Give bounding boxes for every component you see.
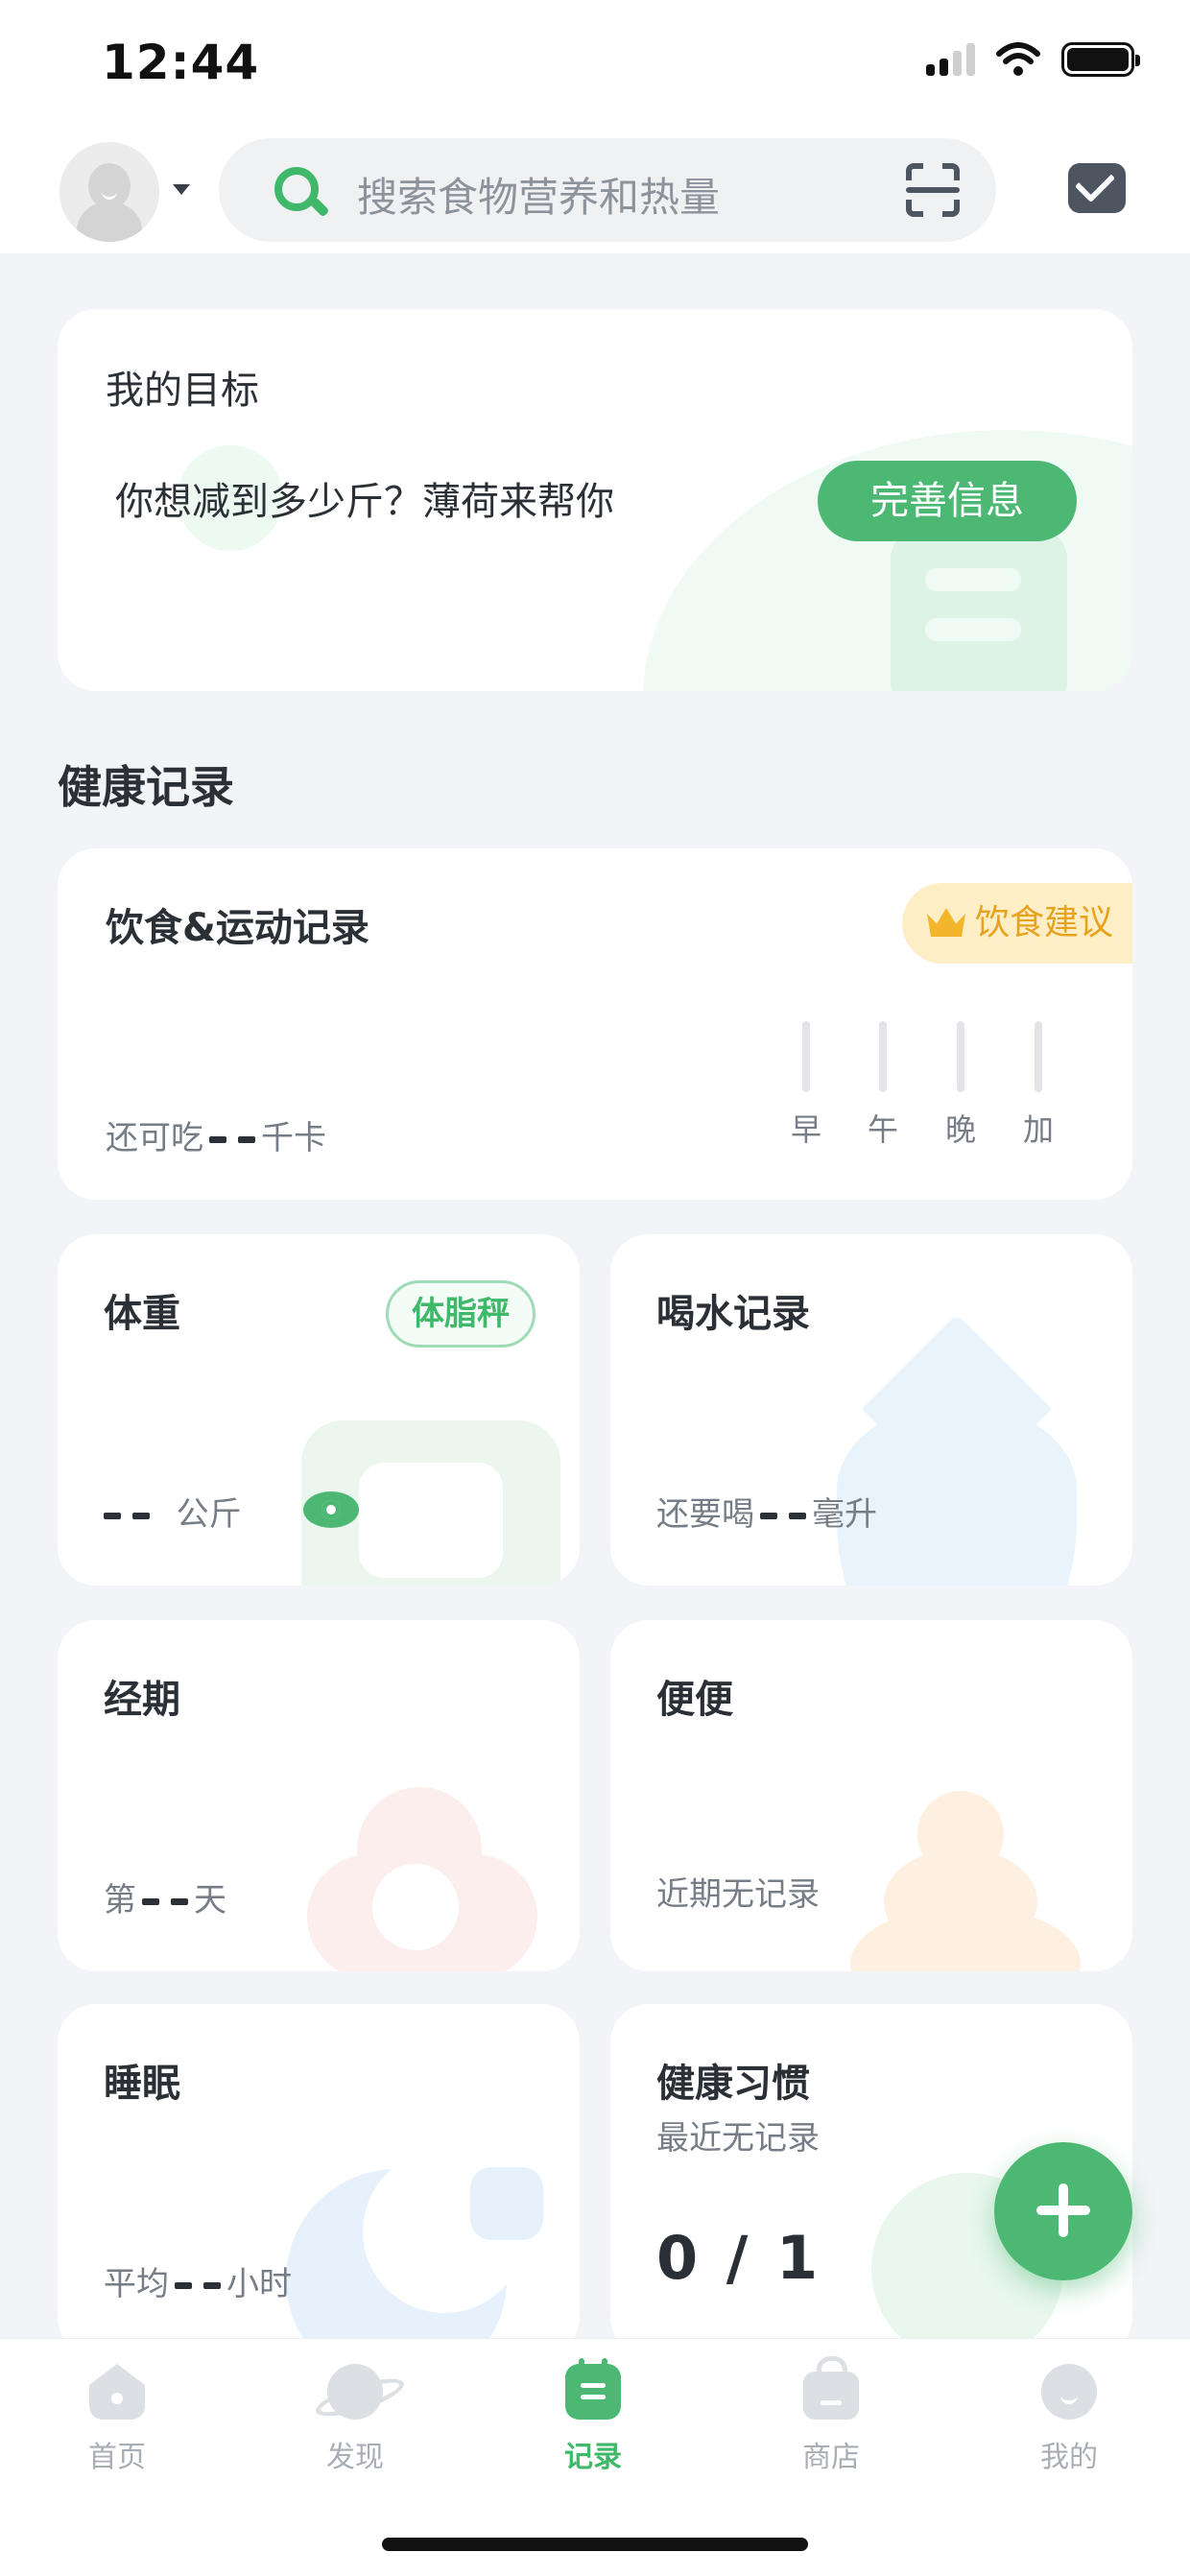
stool-status: 近期无记录: [656, 1875, 820, 1914]
meal-bars: 早 午 晚 加: [787, 1021, 1104, 1165]
scan-icon[interactable]: [906, 163, 960, 217]
meal-dinner[interactable]: 晚: [941, 1021, 980, 1150]
home-indicator: [382, 2538, 808, 2551]
habit-count: 0 / 1: [656, 2223, 822, 2293]
habit-title: 健康习惯: [656, 2062, 810, 2106]
flower-icon: [307, 1787, 547, 1971]
sleep-title: 睡眠: [104, 2062, 180, 2106]
goal-title: 我的目标: [106, 369, 259, 413]
stool-card[interactable]: 便便 近期无记录: [610, 1620, 1132, 1971]
chevron-down-icon[interactable]: [173, 184, 190, 195]
eye-icon[interactable]: [303, 1491, 359, 1528]
status-icons: [926, 42, 1140, 77]
add-record-button[interactable]: [994, 2142, 1132, 2280]
sleep-z-icon: [470, 2167, 543, 2240]
status-time: 12:44: [102, 35, 260, 90]
water-title: 喝水记录: [656, 1292, 810, 1336]
planet-icon: [327, 2364, 383, 2420]
weight-card[interactable]: 体重 体脂秤 公斤: [58, 1234, 580, 1586]
weight-value: 公斤: [104, 1488, 242, 1535]
period-title: 经期: [104, 1678, 180, 1722]
section-title: 健康记录: [58, 761, 234, 813]
period-day: 第天: [104, 1881, 226, 1920]
home-icon: [89, 2364, 145, 2420]
record-icon: [565, 2358, 621, 2420]
wifi-icon: [996, 42, 1040, 76]
me-icon: [1041, 2364, 1097, 2420]
goal-card[interactable]: 我的目标 你想减到多少斤？薄荷来帮你 完善信息: [58, 309, 1132, 691]
mail-icon[interactable]: [1068, 163, 1126, 213]
meal-lunch[interactable]: 午: [864, 1021, 902, 1150]
tab-shop[interactable]: 商店: [754, 2356, 908, 2475]
habit-status: 最近无记录: [656, 2119, 820, 2158]
crown-icon: [927, 908, 965, 937]
battery-icon: [1061, 42, 1140, 77]
meal-breakfast[interactable]: 早: [787, 1021, 825, 1150]
tab-me[interactable]: 我的: [992, 2364, 1146, 2475]
search-input[interactable]: 搜索食物营养和热量: [357, 165, 720, 224]
tab-record[interactable]: 记录: [516, 2358, 670, 2475]
period-card[interactable]: 经期 第天: [58, 1620, 580, 1971]
shop-icon: [803, 2356, 859, 2420]
tab-home[interactable]: 首页: [40, 2364, 194, 2475]
stool-title: 便便: [656, 1678, 733, 1722]
meal-snack[interactable]: 加: [1019, 1021, 1058, 1150]
tab-discover[interactable]: 发现: [278, 2364, 432, 2475]
body-fat-scale-button[interactable]: 体脂秤: [386, 1280, 536, 1348]
sleep-card[interactable]: 睡眠 平均 小时: [58, 2004, 580, 2355]
goal-prompt: 你想减到多少斤？薄荷来帮你: [115, 480, 614, 524]
diet-title: 饮食&运动记录: [106, 906, 369, 950]
weight-title: 体重: [104, 1292, 180, 1336]
search-bar[interactable]: 搜索食物营养和热量: [219, 138, 996, 242]
document-icon: [891, 530, 1067, 691]
poop-icon: [850, 1791, 1100, 1971]
diet-advice-badge[interactable]: 饮食建议: [902, 883, 1132, 964]
diet-exercise-card[interactable]: 饮食&运动记录 饮食建议 还可吃 千卡 早 午 晚 加: [58, 848, 1132, 1200]
calorie-remaining: 还可吃 千卡: [106, 1119, 326, 1157]
avatar[interactable]: [60, 142, 159, 242]
water-remaining: 还要喝 毫升: [656, 1495, 877, 1534]
cellular-signal-icon: [926, 43, 975, 76]
complete-info-button[interactable]: 完善信息: [818, 461, 1077, 541]
sleep-average: 平均 小时: [104, 2265, 292, 2303]
water-card[interactable]: 喝水记录 还要喝 毫升: [610, 1234, 1132, 1586]
search-icon: [274, 167, 319, 211]
